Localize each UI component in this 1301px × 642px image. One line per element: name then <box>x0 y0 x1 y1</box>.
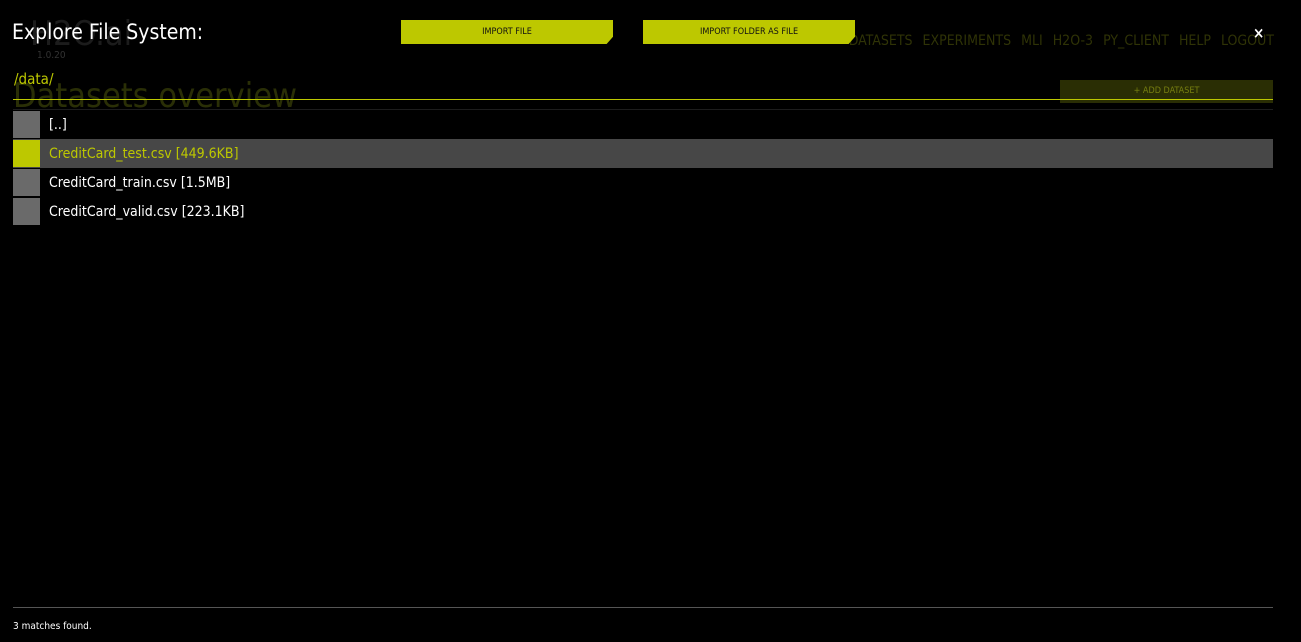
folder-icon <box>13 111 40 138</box>
current-path: /data/ <box>14 70 54 88</box>
list-item[interactable]: CreditCard_train.csv [1.5MB] <box>13 168 1273 197</box>
background-version: 1.0.20 <box>37 50 66 61</box>
file-list: [..] CreditCard_test.csv [449.6KB] Credi… <box>13 109 1273 226</box>
list-item-parent[interactable]: [..] <box>13 109 1273 139</box>
list-item-label: CreditCard_test.csv [449.6KB] <box>49 145 239 162</box>
nav-mli: MLI <box>1021 33 1043 49</box>
nav-logout: LOGOUT <box>1220 33 1274 49</box>
list-item[interactable]: CreditCard_valid.csv [223.1KB] <box>13 197 1273 226</box>
list-item[interactable]: CreditCard_test.csv [449.6KB] <box>13 139 1273 168</box>
list-item-label: [..] <box>49 116 67 133</box>
list-item-label: CreditCard_train.csv [1.5MB] <box>49 174 231 191</box>
file-icon <box>13 169 40 196</box>
import-file-button[interactable]: IMPORT FILE <box>401 20 613 44</box>
divider <box>13 99 1273 100</box>
background-nav: DATASETS EXPERIMENTS MLI H2O-3 PY_CLIENT… <box>849 33 1274 49</box>
list-item-label: CreditCard_valid.csv [223.1KB] <box>49 203 245 220</box>
file-icon <box>13 198 40 225</box>
nav-h2o3: H2O-3 <box>1052 33 1094 49</box>
file-icon <box>13 140 40 167</box>
close-icon[interactable]: × <box>1253 24 1264 42</box>
nav-datasets: DATASETS <box>848 33 913 49</box>
import-folder-button[interactable]: IMPORT FOLDER AS FILE <box>643 20 855 44</box>
nav-experiments: EXPERIMENTS <box>922 33 1012 49</box>
status-text: 3 matches found. <box>13 621 92 632</box>
nav-py-client: PY_CLIENT <box>1103 33 1169 49</box>
dialog-title: Explore File System: <box>12 20 204 44</box>
nav-help: HELP <box>1178 33 1211 49</box>
footer-divider <box>13 607 1273 608</box>
